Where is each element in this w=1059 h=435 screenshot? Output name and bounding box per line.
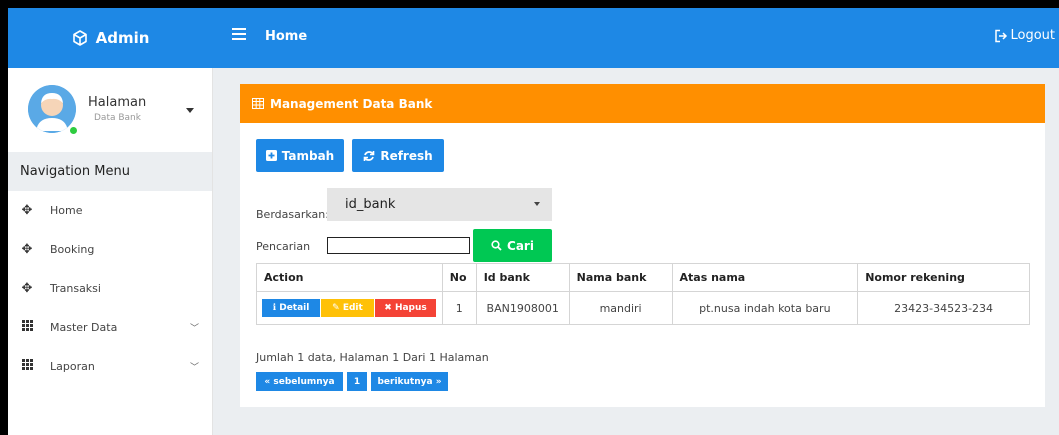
plus-square-icon <box>265 150 277 161</box>
avatar <box>28 85 76 133</box>
sidebar-item-label: Transaksi <box>50 282 101 295</box>
column-header: Action <box>256 263 443 292</box>
search-button[interactable]: Cari <box>473 229 552 262</box>
user-avatar-icon <box>28 85 76 133</box>
pagination: « sebelumnya 1 berikutnya » <box>256 372 448 391</box>
card-body: Tambah Refresh Berdasarkan: id_bank Penc… <box>240 123 1045 407</box>
arrows-move-icon: ✥ <box>21 203 33 218</box>
pagination-info: Jumlah 1 data, Halaman 1 Dari 1 Halaman <box>256 351 489 364</box>
sidebar-item-label: Laporan <box>50 360 95 373</box>
sidebar-item-label: Home <box>50 204 83 217</box>
page-1-button[interactable]: 1 <box>347 372 367 391</box>
search-button-label: Cari <box>507 238 534 253</box>
column-header: Nomor rekening <box>857 263 1030 292</box>
add-button[interactable]: Tambah <box>256 139 344 172</box>
top-bar: Admin Home Logout <box>8 8 1059 68</box>
cell-no: 1 <box>441 291 477 325</box>
next-page-button[interactable]: berikutnya » <box>371 372 448 391</box>
cell-nomor-rekening: 23423-34523-234 <box>857 291 1030 325</box>
filter-select[interactable]: id_bank <box>327 188 552 221</box>
page-title: Home <box>265 29 308 44</box>
data-table: Action No Id bank Nama bank Atas nama No… <box>256 263 1030 325</box>
search-icon <box>491 240 502 251</box>
edit-icon: ✎ <box>332 303 343 313</box>
add-button-label: Tambah <box>281 148 335 163</box>
brand-label: Admin <box>95 29 150 47</box>
sidebar-item-label: Booking <box>50 243 95 256</box>
cube-icon <box>72 30 87 46</box>
filter-label: Berdasarkan: <box>256 208 329 221</box>
close-icon: ✖ <box>384 303 395 313</box>
cell-id-bank: BAN1908001 <box>475 291 570 325</box>
column-header: Atas nama <box>671 263 859 292</box>
grid-icon <box>20 359 34 374</box>
table-header-row: Action No Id bank Nama bank Atas nama No… <box>256 263 1030 292</box>
profile-subtitle: Data Bank <box>94 113 141 123</box>
column-header: Id bank <box>475 263 570 292</box>
logout-label: Logout <box>1010 28 1055 43</box>
chevron-down-icon: ﹀ <box>190 324 200 334</box>
refresh-icon <box>364 150 375 161</box>
nav-header: Navigation Menu <box>8 152 212 191</box>
sidebar-item-laporan[interactable]: Laporan ﹀ <box>8 347 212 386</box>
sidebar-item-transaksi[interactable]: ✥ Transaksi <box>8 269 212 308</box>
edit-button[interactable]: ✎ Edit <box>321 299 374 317</box>
brand[interactable]: Admin <box>8 8 213 68</box>
profile-name: Halaman <box>88 95 147 110</box>
edit-button-label: Edit <box>342 303 363 313</box>
card-header: Management Data Bank <box>240 84 1045 123</box>
logout-button[interactable]: Logout <box>994 28 1055 43</box>
sidebar-item-label: Master Data <box>50 321 118 334</box>
refresh-button[interactable]: Refresh <box>352 139 444 172</box>
delete-button[interactable]: ✖ Hapus <box>375 299 436 317</box>
sidebar-item-booking[interactable]: ✥ Booking <box>8 230 212 269</box>
card-title: Management Data Bank <box>270 96 433 111</box>
profile-dropdown-icon[interactable] <box>186 108 194 113</box>
detail-button[interactable]: ℹ Detail <box>262 299 320 317</box>
arrows-move-icon: ✥ <box>21 281 33 296</box>
online-status-dot <box>69 126 78 135</box>
menu-toggle-icon[interactable] <box>232 28 246 40</box>
app-frame: Admin Home Logout Halaman Data Bank Navi… <box>8 8 1059 435</box>
search-label: Pencarian <box>256 240 311 253</box>
cell-nama-bank: mandiri <box>568 291 673 325</box>
sign-out-icon <box>995 29 1008 42</box>
sidebar-item-master-data[interactable]: Master Data ﹀ <box>8 308 212 347</box>
grid-icon <box>20 320 34 335</box>
sidebar: Halaman Data Bank Navigation Menu ✥ Home… <box>8 68 213 435</box>
chevron-down-icon: ﹀ <box>190 363 200 373</box>
refresh-button-label: Refresh <box>380 148 433 163</box>
filter-select-value: id_bank <box>345 197 396 212</box>
sidebar-item-home[interactable]: ✥ Home <box>8 191 212 230</box>
column-header: Nama bank <box>568 263 673 292</box>
user-profile: Halaman Data Bank <box>8 68 212 152</box>
column-header: No <box>441 263 477 292</box>
delete-button-label: Hapus <box>394 303 427 313</box>
cell-atas-nama: pt.nusa indah kota baru <box>671 291 859 325</box>
arrows-move-icon: ✥ <box>21 242 33 257</box>
search-input[interactable] <box>327 237 470 254</box>
prev-page-button[interactable]: « sebelumnya <box>256 372 343 391</box>
caret-down-icon <box>534 202 540 206</box>
table-row: ℹ Detail ✎ Edit ✖ Hapus 1 BAN1908001 man… <box>256 291 1030 325</box>
action-cell: ℹ Detail ✎ Edit ✖ Hapus <box>256 291 443 325</box>
detail-button-label: Detail <box>279 303 310 313</box>
table-icon <box>252 98 264 109</box>
